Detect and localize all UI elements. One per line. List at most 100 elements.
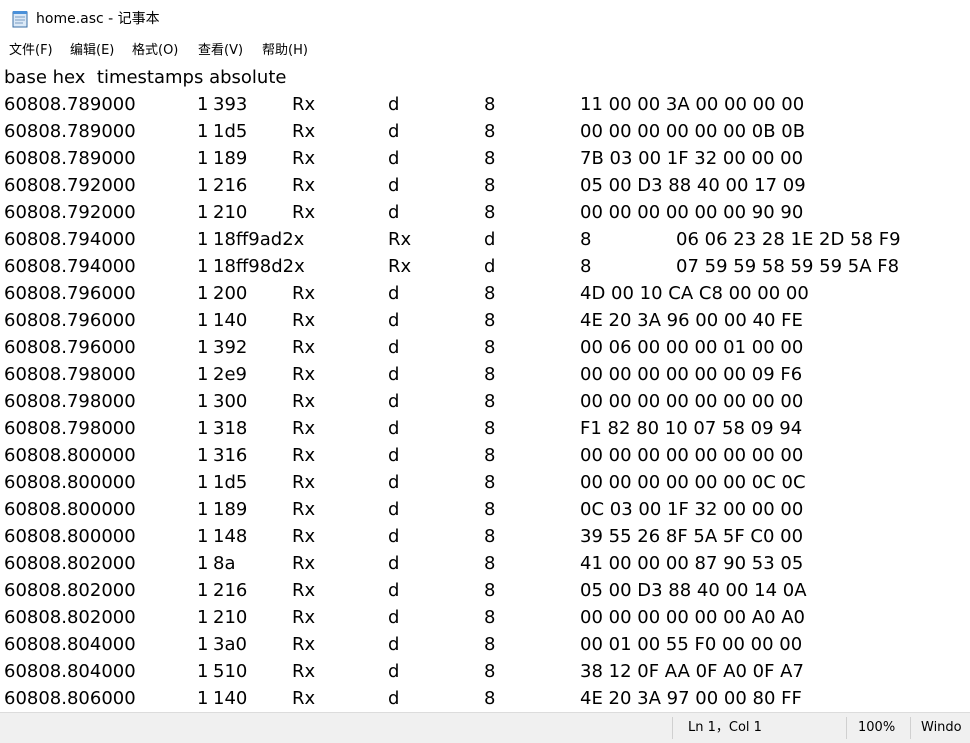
field-dlc: 8 <box>484 526 496 547</box>
field-dlc: 8 <box>580 229 592 250</box>
field-dlc: 8 <box>484 445 496 466</box>
field-dlc: 8 <box>484 688 496 709</box>
field-time: 60808.800000 <box>4 445 136 466</box>
field-id: 510 <box>213 661 248 682</box>
field-dir: Rx <box>292 175 316 196</box>
menu-format[interactable]: 格式(O) <box>132 41 178 61</box>
field-type: d <box>388 121 400 142</box>
field-ch: 1 <box>197 256 209 277</box>
field-ch: 1 <box>197 337 209 358</box>
field-time: 60808.796000 <box>4 310 136 331</box>
field-dlc: 8 <box>484 499 496 520</box>
field-dlc: 8 <box>580 256 592 277</box>
status-bar: Ln 1，Col 1 100% Windo <box>0 712 970 743</box>
field-id: 1d5 <box>213 472 248 493</box>
field-time: 60808.802000 <box>4 607 136 628</box>
text-line: 60808.789000 1 189 Rx d 8 7B 03 00 1F 32 00 00… <box>0 145 970 172</box>
field-ch: 1 <box>197 634 209 655</box>
text-line: 60808.800000 1 1d5 Rx d 8 00 00 00 00 00 00 0C… <box>0 469 970 496</box>
field-data: 4D 00 10 CA C8 00 00 00 <box>580 283 809 304</box>
field-id: 3a0 <box>213 634 247 655</box>
field-dlc: 8 <box>484 661 496 682</box>
text-line: 60808.798000 1 318 Rx d 8 F1 82 80 10 07 58 09… <box>0 415 970 442</box>
field-id: 189 <box>213 148 248 169</box>
menu-bar: 文件(F) 编辑(E) 格式(O) 查看(V) 帮助(H) <box>0 38 970 65</box>
field-id: 1d5 <box>213 121 248 142</box>
field-time: 60808.798000 <box>4 391 136 412</box>
field-data: 00 00 00 00 00 00 00 00 <box>580 445 804 466</box>
field-data: 11 00 00 3A 00 00 00 00 <box>580 94 805 115</box>
field-type: d <box>388 472 400 493</box>
field-time: 60808.806000 <box>4 688 136 709</box>
field-time: 60808.794000 <box>4 256 136 277</box>
field-type: d <box>388 310 400 331</box>
field-id: 393 <box>213 94 248 115</box>
menu-view[interactable]: 查看(V) <box>198 41 243 61</box>
field-dir: Rx <box>292 283 316 304</box>
field-id: 210 <box>213 202 248 223</box>
text-line: 60808.789000 1 1d5 Rx d 8 00 00 00 00 00 00 0B… <box>0 118 970 145</box>
field-data: 07 59 59 58 59 59 5A F8 <box>676 256 900 277</box>
field-dlc: 8 <box>484 634 496 655</box>
field-type: d <box>388 607 400 628</box>
field-time: 60808.789000 <box>4 148 136 169</box>
field-id: 140 <box>213 688 248 709</box>
text-line: 60808.792000 1 216 Rx d 8 05 00 D3 88 40 00 17… <box>0 172 970 199</box>
title-bar[interactable]: home.asc - 记事本 <box>0 0 970 38</box>
field-ch: 1 <box>197 499 209 520</box>
field-ch: 1 <box>197 148 209 169</box>
notepad-icon <box>12 10 28 28</box>
field-data: 06 06 23 28 1E 2D 58 F9 <box>676 229 901 250</box>
field-dlc: 8 <box>484 121 496 142</box>
field-id: 316 <box>213 445 248 466</box>
text-line: 60808.798000 1 300 Rx d 8 00 00 00 00 00 00 00… <box>0 388 970 415</box>
field-dir: Rx <box>292 364 316 385</box>
field-data: 00 01 00 55 F0 00 00 00 <box>580 634 803 655</box>
text-line: 60808.800000 1 316 Rx d 8 00 00 00 00 00 00 00… <box>0 442 970 469</box>
field-data: 05 00 D3 88 40 00 17 09 <box>580 175 806 196</box>
menu-file[interactable]: 文件(F) <box>9 41 53 61</box>
field-dir: Rx <box>292 310 316 331</box>
field-dlc: 8 <box>484 418 496 439</box>
text-editor-area[interactable]: base hex timestamps absolute 60808.78900… <box>0 64 970 712</box>
field-data: 00 00 00 00 00 00 0C 0C <box>580 472 806 493</box>
text-line: 60808.804000 1 3a0 Rx d 8 00 01 00 55 F0 00 00… <box>0 631 970 658</box>
field-dlc: 8 <box>484 283 496 304</box>
field-ch: 1 <box>197 445 209 466</box>
field-dlc: 8 <box>484 310 496 331</box>
field-type: d <box>388 148 400 169</box>
field-data: 39 55 26 8F 5A 5F C0 00 <box>580 526 804 547</box>
field-dir: Rx <box>292 580 316 601</box>
field-id: 210 <box>213 607 248 628</box>
field-type: d <box>388 661 400 682</box>
menu-help[interactable]: 帮助(H) <box>262 41 308 61</box>
field-data: 00 00 00 00 00 00 A0 A0 <box>580 607 806 628</box>
field-id: 216 <box>213 580 248 601</box>
field-ch: 1 <box>197 526 209 547</box>
field-dir: Rx <box>292 445 316 466</box>
field-data: 05 00 D3 88 40 00 14 0A <box>580 580 807 601</box>
field-dir: Rx <box>292 337 316 358</box>
field-dlc: 8 <box>484 337 496 358</box>
field-dir: Rx <box>292 688 316 709</box>
text-line: 60808.802000 1 216 Rx d 8 05 00 D3 88 40 00 14… <box>0 577 970 604</box>
field-dir: Rx <box>292 391 316 412</box>
text-line: 60808.804000 1 510 Rx d 8 38 12 0F AA 0F A0 0F… <box>0 658 970 685</box>
field-ch: 1 <box>197 229 209 250</box>
field-dlc: 8 <box>484 391 496 412</box>
field-ch: 1 <box>197 391 209 412</box>
field-dir: Rx <box>292 499 316 520</box>
field-dir: Rx <box>388 256 412 277</box>
field-type: d <box>388 580 400 601</box>
field-dir: Rx <box>292 607 316 628</box>
field-time: 60808.800000 <box>4 526 136 547</box>
field-type: d <box>484 256 496 277</box>
text-line: 60808.794000 1 18ff9ad2x Rx d 8 06 06 23 28 1E… <box>0 226 970 253</box>
text-line: 60808.789000 1 393 Rx d 8 11 00 00 3A 00 00 00… <box>0 91 970 118</box>
field-time: 60808.792000 <box>4 202 136 223</box>
field-ch: 1 <box>197 175 209 196</box>
menu-edit[interactable]: 编辑(E) <box>70 41 114 61</box>
text-line-header: base hex timestamps absolute <box>0 64 970 91</box>
field-dlc: 8 <box>484 148 496 169</box>
field-time: 60808.789000 <box>4 121 136 142</box>
